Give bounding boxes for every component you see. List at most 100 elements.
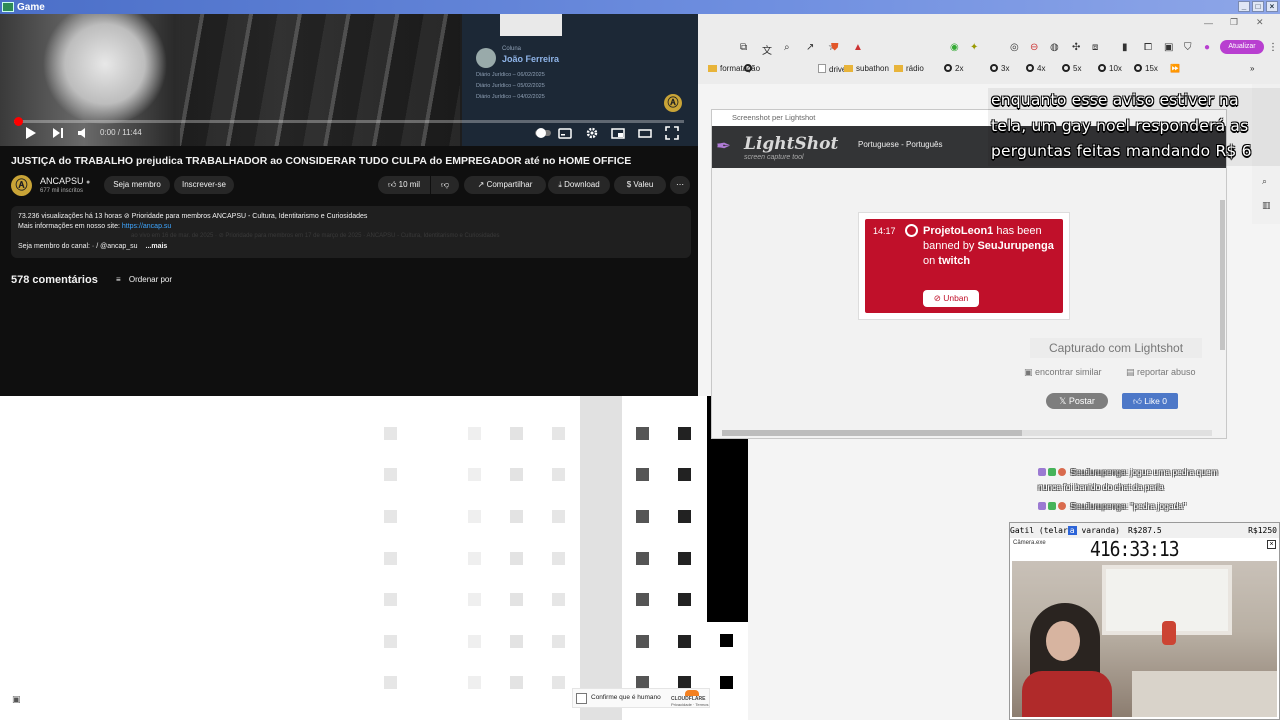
placeholder-square: [384, 510, 397, 523]
facebook-like-button[interactable]: 👍︎ Like 0: [1122, 393, 1178, 409]
bookmark-item[interactable]: rádio: [894, 64, 924, 73]
x-post-button[interactable]: 𝕏 Postar: [1046, 393, 1108, 409]
browser-close-icon[interactable]: ✕: [1256, 17, 1264, 28]
chat-username: SeuJurupenga: [1070, 501, 1126, 511]
theater-mode-icon[interactable]: [638, 126, 652, 142]
video-progress-bar[interactable]: [14, 117, 684, 126]
browser-minimize-icon[interactable]: —: [1204, 18, 1213, 28]
extension-leaf-icon[interactable]: ✦: [970, 42, 978, 53]
folder-icon: [894, 65, 903, 72]
taskbar-app-icon[interactable]: ▣: [12, 694, 26, 706]
game-window-title: Game: [17, 1, 45, 13]
placeholder-square: [720, 634, 733, 647]
subscribe-button[interactable]: Inscrever-se: [174, 176, 234, 194]
thanks-button[interactable]: $ Valeu: [614, 176, 666, 194]
extensions-puzzle-icon[interactable]: ✣: [1072, 42, 1080, 53]
camera-close-icon[interactable]: ×: [1267, 540, 1276, 549]
bookmark-item[interactable]: 10x: [1098, 64, 1122, 73]
translate-icon[interactable]: 文: [762, 42, 772, 57]
brave-shield-icon[interactable]: ⛊: [831, 42, 839, 53]
progress-scrubber[interactable]: [14, 117, 23, 126]
game-app-icon: [2, 2, 14, 12]
wallet-icon[interactable]: ▣: [1164, 42, 1173, 53]
side-chart-icon[interactable]: ▥: [1262, 200, 1271, 211]
chat-badge-icon: [1058, 502, 1066, 510]
share-button[interactable]: ↗ Compartilhar: [464, 176, 546, 194]
side-search-icon[interactable]: ⌕: [1262, 176, 1267, 187]
game-window-titlebar[interactable]: Game _ □ ×: [0, 0, 1280, 14]
grey-column: [580, 396, 622, 720]
subtitles-icon[interactable]: [558, 126, 572, 142]
site-link[interactable]: https://ancap.su: [122, 223, 171, 230]
extension-icon-3[interactable]: ◍: [1050, 42, 1059, 53]
cloudflare-links[interactable]: Privacidade · Termos: [671, 702, 709, 707]
more-actions-button[interactable]: ⋯: [670, 176, 690, 194]
find-similar-link[interactable]: ▣ encontrar similar: [1024, 367, 1102, 378]
video-timecode: 0:00 / 11:44: [100, 128, 142, 137]
next-icon[interactable]: [52, 126, 64, 142]
bookmark-item[interactable]: subathon: [844, 64, 889, 73]
bookmark-forward-icon[interactable]: ⏩: [1170, 64, 1180, 73]
bookmark-item[interactable]: 4x: [1026, 64, 1045, 73]
browser-chrome: — ❐ ✕ ⧉ 文 ⌕ ↗ ☆ ⛊ ▲ ◉ ✦ ◎ ⊖ ◍ ✣ ⧈ ▮ ⧠ ▣ …: [698, 14, 1280, 84]
video-person-beard: [40, 14, 170, 124]
download-button[interactable]: ⤓ Download: [548, 176, 610, 194]
bookmark-item[interactable]: 2x: [944, 64, 963, 73]
sort-comments-button[interactable]: ≡ Ordenar por: [116, 275, 172, 284]
chat-badge-icon: [1058, 468, 1066, 476]
zoom-icon[interactable]: ⌕: [784, 42, 790, 53]
extension-icon-4[interactable]: ⧈: [1092, 42, 1098, 53]
brave-rewards-icon[interactable]: ▲: [853, 42, 863, 53]
fullscreen-icon[interactable]: [665, 126, 679, 142]
horizontal-scrollbar[interactable]: [722, 430, 1212, 436]
language-selector[interactable]: Portuguese - Português: [858, 140, 943, 149]
bookmark-item[interactable]: 5x: [1062, 64, 1081, 73]
extension-icon-1[interactable]: ◎: [1010, 42, 1019, 53]
horizontal-scroll-thumb[interactable]: [722, 430, 1022, 436]
channel-name[interactable]: ANCAPSU ●: [40, 176, 90, 186]
bookmark-item[interactable]: 15x: [1134, 64, 1158, 73]
leo-icon[interactable]: ●: [1204, 42, 1210, 53]
cloudflare-captcha[interactable]: Confirme que é humano CLOUDFLARE Privaci…: [572, 688, 710, 708]
bookmark-label: 15x: [1145, 64, 1158, 73]
join-button[interactable]: Seja membro: [104, 176, 170, 194]
browser-restore-icon[interactable]: ❐: [1230, 17, 1238, 28]
settings-gear-icon[interactable]: [585, 126, 599, 142]
vpn-icon[interactable]: ⛉: [1184, 42, 1192, 53]
video-description[interactable]: 73.236 visualizações há 13 horas ⊘ Prior…: [11, 206, 691, 258]
unban-button[interactable]: ⊘ Unban: [923, 290, 979, 307]
play-icon[interactable]: [25, 126, 37, 142]
miniplayer-icon[interactable]: [611, 126, 625, 142]
placeholder-square: [552, 635, 565, 648]
minimize-icon[interactable]: _: [1238, 1, 1250, 12]
bookmark-item[interactable]: [744, 64, 755, 73]
share-icon: ↗: [477, 180, 485, 189]
bookmarks-overflow-icon[interactable]: »: [1250, 64, 1254, 73]
extension-timer-icon[interactable]: ◉: [950, 42, 959, 53]
sidebar-icon[interactable]: ▮: [1122, 42, 1128, 53]
share-page-icon[interactable]: ↗: [806, 42, 814, 53]
video-player[interactable]: Coluna João Ferreira Diário Jurídico – 0…: [0, 14, 698, 146]
bookmark-item[interactable]: 3x: [990, 64, 1009, 73]
report-abuse-link[interactable]: ▤ reportar abuso: [1126, 367, 1196, 378]
tabs-icon[interactable]: ⧠: [1144, 42, 1152, 53]
cast-icon[interactable]: ⧉: [740, 42, 747, 53]
channel-avatar[interactable]: Ⓐ: [11, 175, 32, 196]
extension-icon-2[interactable]: ⊖: [1030, 42, 1038, 53]
dislike-button[interactable]: 👎︎: [431, 176, 459, 194]
show-more-link[interactable]: ...mais: [146, 243, 168, 250]
chat-text: : "pedra jogada": [1125, 501, 1187, 511]
menu-icon[interactable]: ⋮: [1268, 42, 1278, 53]
post-label: Postar: [1068, 396, 1095, 406]
autoplay-toggle[interactable]: [534, 126, 552, 142]
lightshot-logo[interactable]: LightShot: [744, 134, 838, 154]
update-button[interactable]: Atualizar: [1220, 40, 1264, 54]
close-icon[interactable]: ×: [1266, 1, 1278, 12]
like-button[interactable]: 👍︎ 10 mil: [378, 176, 430, 194]
volume-icon[interactable]: [77, 126, 89, 142]
maximize-icon[interactable]: □: [1252, 1, 1264, 12]
captcha-checkbox[interactable]: [576, 693, 587, 704]
vertical-scrollbar[interactable]: [1220, 170, 1225, 420]
video-title: JUSTIÇA do TRABALHO prejudica TRABALHADO…: [11, 155, 632, 167]
vertical-scroll-thumb[interactable]: [1220, 200, 1225, 350]
